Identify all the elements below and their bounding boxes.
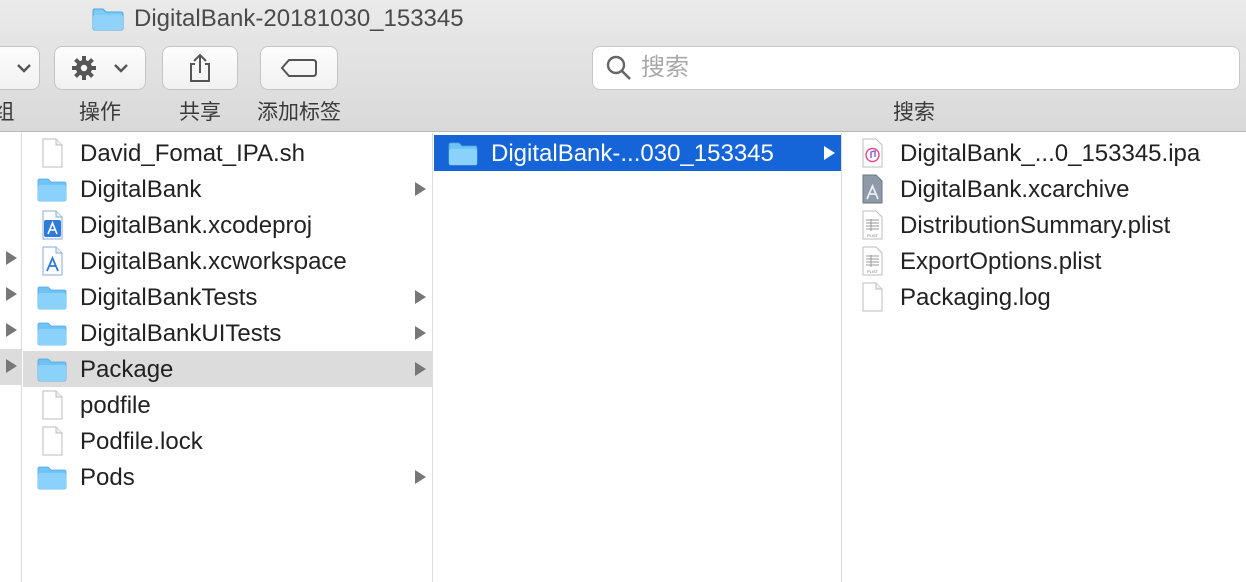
file-list-row[interactable]: DigitalBank [23, 171, 432, 207]
file-list-row[interactable]: DigitalBankUITests [23, 315, 432, 351]
action-label: 操作 [79, 101, 121, 124]
file-list-row[interactable]: DigitalBank-...030_153345 [434, 135, 841, 171]
action-button[interactable] [54, 46, 146, 90]
group-label: 组 [0, 101, 15, 124]
file-name: DigitalBank.xcodeproj [80, 212, 313, 239]
document-icon [37, 390, 67, 420]
file-name: DigitalBank-...030_153345 [491, 140, 774, 167]
disclosure-arrow-icon[interactable] [6, 323, 17, 337]
file-list-row[interactable]: PLIST ExportOptions.plist [843, 243, 1246, 279]
share-button[interactable] [162, 46, 238, 90]
search-input[interactable] [641, 54, 1201, 82]
search-field[interactable] [592, 46, 1240, 90]
plist-file-icon: PLIST [857, 210, 887, 240]
file-list-row[interactable]: Package [23, 351, 432, 387]
file-name: DigitalBank.xcarchive [900, 176, 1130, 203]
disclosure-arrow-icon[interactable] [6, 251, 17, 265]
svg-text:PLIST: PLIST [867, 233, 879, 238]
disclosure-arrow-icon [415, 326, 426, 340]
file-list-row[interactable]: DigitalBankTests [23, 279, 432, 315]
file-list-row[interactable]: DigitalBank.xcarchive [843, 171, 1246, 207]
folder-icon [37, 462, 67, 492]
folder-icon [37, 282, 67, 312]
add-tags-label: 添加标签 [257, 101, 341, 124]
disclosure-arrow-icon[interactable] [6, 287, 17, 301]
file-name: David_Fomat_IPA.sh [80, 140, 305, 167]
document-icon [857, 282, 887, 312]
file-name: DigitalBankTests [80, 284, 258, 311]
file-name: podfile [80, 392, 151, 419]
file-name: Package [80, 356, 174, 383]
folder-icon [448, 138, 478, 168]
search-icon [606, 55, 631, 80]
toolbar: DigitalBank-20181030_153345 组 操作 共享 添加标签… [0, 0, 1246, 132]
view-group-button[interactable] [0, 46, 40, 90]
browser-column-2: DigitalBank-...030_153345 [434, 133, 842, 582]
browser-column-3: DigitalBank_...0_153345.ipa DigitalBank.x… [843, 133, 1246, 582]
add-tags-button[interactable] [260, 46, 338, 90]
file-name: Packaging.log [900, 284, 1051, 311]
file-list-row[interactable]: Packaging.log [843, 279, 1246, 315]
file-name: DigitalBank.xcworkspace [80, 248, 347, 275]
disclosure-arrow-icon [415, 470, 426, 484]
parent-column-stub [0, 133, 22, 582]
tag-icon [280, 59, 317, 77]
file-name: DigitalBank_...0_153345.ipa [900, 140, 1201, 167]
xcarchive-icon [857, 174, 887, 204]
document-icon [37, 426, 67, 456]
chevron-down-icon [114, 64, 128, 73]
file-list-row[interactable]: DigitalBank.xcworkspace [23, 243, 432, 279]
gear-icon [72, 56, 96, 80]
chevron-down-icon [17, 64, 31, 73]
file-list-row[interactable]: Podfile.lock [23, 423, 432, 459]
folder-icon [37, 174, 67, 204]
window-title: DigitalBank-20181030_153345 [92, 4, 464, 34]
file-list-row[interactable]: DigitalBank_...0_153345.ipa [843, 135, 1246, 171]
disclosure-arrow-icon [415, 182, 426, 196]
file-name: Podfile.lock [80, 428, 203, 455]
disclosure-arrow-icon [415, 362, 426, 376]
file-list-row[interactable]: Pods [23, 459, 432, 495]
folder-icon [37, 354, 67, 384]
file-name: DistributionSummary.plist [900, 212, 1171, 239]
file-name: DigitalBank [80, 176, 202, 203]
ipa-file-icon [857, 138, 887, 168]
disclosure-arrow-icon [415, 290, 426, 304]
file-list-row[interactable]: David_Fomat_IPA.sh [23, 135, 432, 171]
plist-file-icon: PLIST [857, 246, 887, 276]
file-name: ExportOptions.plist [900, 248, 1102, 275]
window-title-text: DigitalBank-20181030_153345 [134, 5, 464, 32]
disclosure-arrow-icon [824, 146, 835, 160]
xcode-project-icon [37, 210, 67, 240]
search-label: 搜索 [893, 101, 935, 124]
folder-icon [92, 7, 124, 31]
document-icon [37, 138, 67, 168]
file-name: DigitalBankUITests [80, 320, 282, 347]
browser-column-1: David_Fomat_IPA.sh DigitalBank DigitalBank… [23, 133, 433, 582]
share-icon [190, 53, 210, 82]
file-list-row[interactable]: DigitalBank.xcodeproj [23, 207, 432, 243]
file-list-row[interactable]: PLIST DistributionSummary.plist [843, 207, 1246, 243]
folder-icon [37, 318, 67, 348]
disclosure-arrow-icon[interactable] [6, 359, 17, 373]
file-list-row[interactable]: podfile [23, 387, 432, 423]
xcode-workspace-icon [37, 246, 67, 276]
svg-text:PLIST: PLIST [867, 269, 879, 274]
file-name: Pods [80, 464, 135, 491]
share-label: 共享 [179, 101, 221, 124]
